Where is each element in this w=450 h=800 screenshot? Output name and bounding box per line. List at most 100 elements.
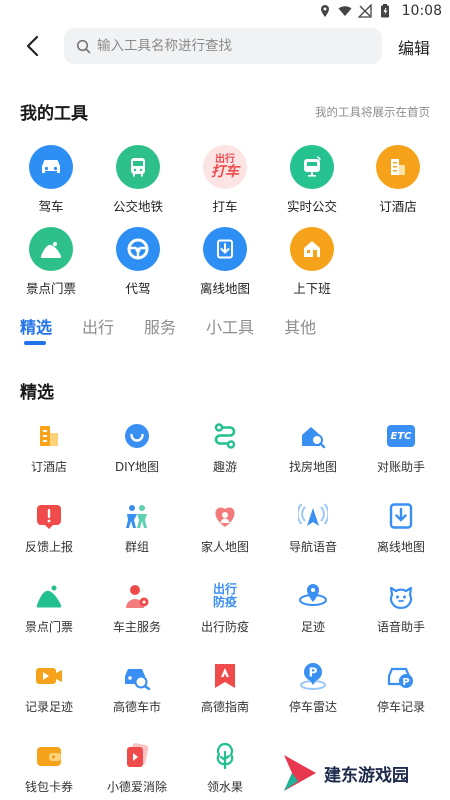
featured-label: 高德车市	[112, 700, 161, 714]
featured-car-owner[interactable]: 车主服务	[97, 580, 177, 635]
my-tool-label: 订酒店	[379, 199, 417, 214]
back-arrow-icon	[26, 35, 39, 57]
battery-icon	[380, 4, 389, 18]
my-tool-label: 打车	[212, 199, 238, 214]
my-tools-hint: 我的工具将展示在首页	[315, 105, 430, 119]
taxi-icon: 出行 打车	[203, 145, 247, 189]
feedback-icon	[33, 500, 65, 532]
commute-icon	[290, 227, 334, 271]
my-tool-offline-map[interactable]: 离线地图	[190, 227, 260, 297]
status-bar: 10:08	[0, 0, 450, 26]
featured-guide[interactable]: 高德指南	[185, 660, 265, 715]
my-tool-label: 实时公交	[286, 199, 337, 214]
location-icon	[320, 5, 329, 17]
featured-family-map[interactable]: 家人地图	[185, 500, 265, 555]
my-tool-label: 代驾	[125, 281, 151, 296]
featured-hotel[interactable]: 订酒店	[9, 420, 89, 475]
featured-label: 景点门票	[24, 620, 73, 634]
svg-text:P: P	[402, 677, 409, 688]
diy-map-icon	[121, 420, 153, 452]
my-tool-label: 离线地图	[199, 281, 250, 296]
parking-radar-icon: P	[297, 660, 329, 692]
search-input[interactable]	[97, 38, 367, 54]
search-box[interactable]	[64, 28, 382, 64]
my-tool-commute[interactable]: 上下班	[277, 227, 347, 297]
edit-button[interactable]: 编辑	[398, 35, 430, 59]
tab-service[interactable]: 服务	[144, 314, 176, 338]
tab-travel[interactable]: 出行	[82, 314, 114, 338]
featured-label: 足迹	[300, 620, 325, 634]
featured-fun-trip[interactable]: 趣游	[185, 420, 265, 475]
top-bar: 编辑	[0, 26, 450, 66]
status-time: 10:08	[401, 3, 442, 19]
family-map-icon	[209, 500, 241, 532]
bus-icon	[116, 145, 160, 189]
featured-offline-map[interactable]: 离线地图	[361, 500, 441, 555]
epidemic-badge-bottom: 防疫	[212, 595, 237, 609]
featured-label: 找房地图	[288, 460, 337, 474]
tree-icon	[209, 740, 241, 772]
featured-wallet[interactable]: 钱包卡券	[9, 740, 89, 795]
featured-footprint[interactable]: 足迹	[273, 580, 353, 635]
my-tool-drive[interactable]: 驾车	[16, 145, 86, 215]
record-footprint-icon	[33, 660, 65, 692]
my-tool-scenic[interactable]: 景点门票	[16, 227, 86, 297]
svg-text:P: P	[309, 666, 318, 680]
featured-label: 出行防疫	[200, 620, 249, 634]
nav-voice-icon	[297, 500, 329, 532]
featured-record-footprint[interactable]: 记录足迹	[9, 660, 89, 715]
featured-etc-assistant[interactable]: ETC 对账助手	[361, 420, 441, 475]
featured-label: 领水果	[206, 780, 243, 794]
car-market-icon	[121, 660, 153, 692]
featured-nav-voice[interactable]: 导航语音	[273, 500, 353, 555]
watermark-text: 建东游戏园	[324, 765, 409, 786]
featured-label: 订酒店	[30, 460, 67, 474]
my-tool-designated-driver[interactable]: 代驾	[103, 227, 173, 297]
back-button[interactable]	[18, 32, 46, 60]
featured-fruit[interactable]: 领水果	[185, 740, 265, 795]
featured-parking-record[interactable]: P 停车记录	[361, 660, 441, 715]
featured-label: 家人地图	[200, 540, 249, 554]
car-icon	[29, 145, 73, 189]
tab-other[interactable]: 其他	[284, 314, 316, 338]
my-tool-label: 景点门票	[25, 281, 76, 296]
tab-featured[interactable]: 精选	[20, 314, 52, 345]
my-tool-realtime-bus[interactable]: 实时公交	[277, 145, 347, 215]
taxi-badge: 打车	[211, 164, 239, 180]
featured-label: 反馈上报	[24, 540, 73, 554]
featured-epidemic[interactable]: 出行 防疫 出行防疫	[185, 580, 265, 635]
featured-label: 导航语音	[288, 540, 337, 554]
my-tool-label: 公交地铁	[112, 199, 163, 214]
featured-label: 离线地图	[376, 540, 425, 554]
tab-small-tools[interactable]: 小工具	[206, 314, 254, 338]
game-icon	[121, 740, 153, 772]
footprint-icon	[297, 580, 329, 612]
featured-diy-map[interactable]: DIY地图	[97, 420, 177, 475]
steering-wheel-icon	[116, 227, 160, 271]
featured-voice-assistant[interactable]: 语音助手	[361, 580, 441, 635]
voice-assistant-icon	[385, 580, 417, 612]
featured-parking-radar[interactable]: P 停车雷达	[273, 660, 353, 715]
featured-feedback[interactable]: 反馈上报	[9, 500, 89, 555]
my-tool-hotel[interactable]: 订酒店	[363, 145, 433, 215]
watermark-logo-icon	[284, 755, 316, 791]
featured-group[interactable]: 群组	[97, 500, 177, 555]
featured-game[interactable]: 小德爱消除	[97, 740, 177, 795]
my-tool-label: 驾车	[38, 199, 64, 214]
watermark: 建东游戏园	[282, 748, 450, 798]
featured-scenic[interactable]: 景点门票	[9, 580, 89, 635]
guide-icon	[209, 660, 241, 692]
search-icon	[76, 39, 91, 53]
featured-label: 车主服务	[112, 620, 161, 634]
featured-house-map[interactable]: 找房地图	[273, 420, 353, 475]
my-tool-bus-metro[interactable]: 公交地铁	[103, 145, 173, 215]
epidemic-icon: 出行 防疫	[209, 580, 241, 612]
no-signal-icon	[357, 4, 372, 18]
parking-record-icon: P	[385, 660, 417, 692]
featured-label: 停车记录	[376, 700, 425, 714]
my-tool-taxi[interactable]: 出行 打车 打车	[190, 145, 260, 215]
featured-car-market[interactable]: 高德车市	[97, 660, 177, 715]
scenic-icon	[33, 580, 65, 612]
category-tabs: 精选 出行 服务 小工具 其他	[20, 314, 346, 345]
route-icon	[209, 420, 241, 452]
